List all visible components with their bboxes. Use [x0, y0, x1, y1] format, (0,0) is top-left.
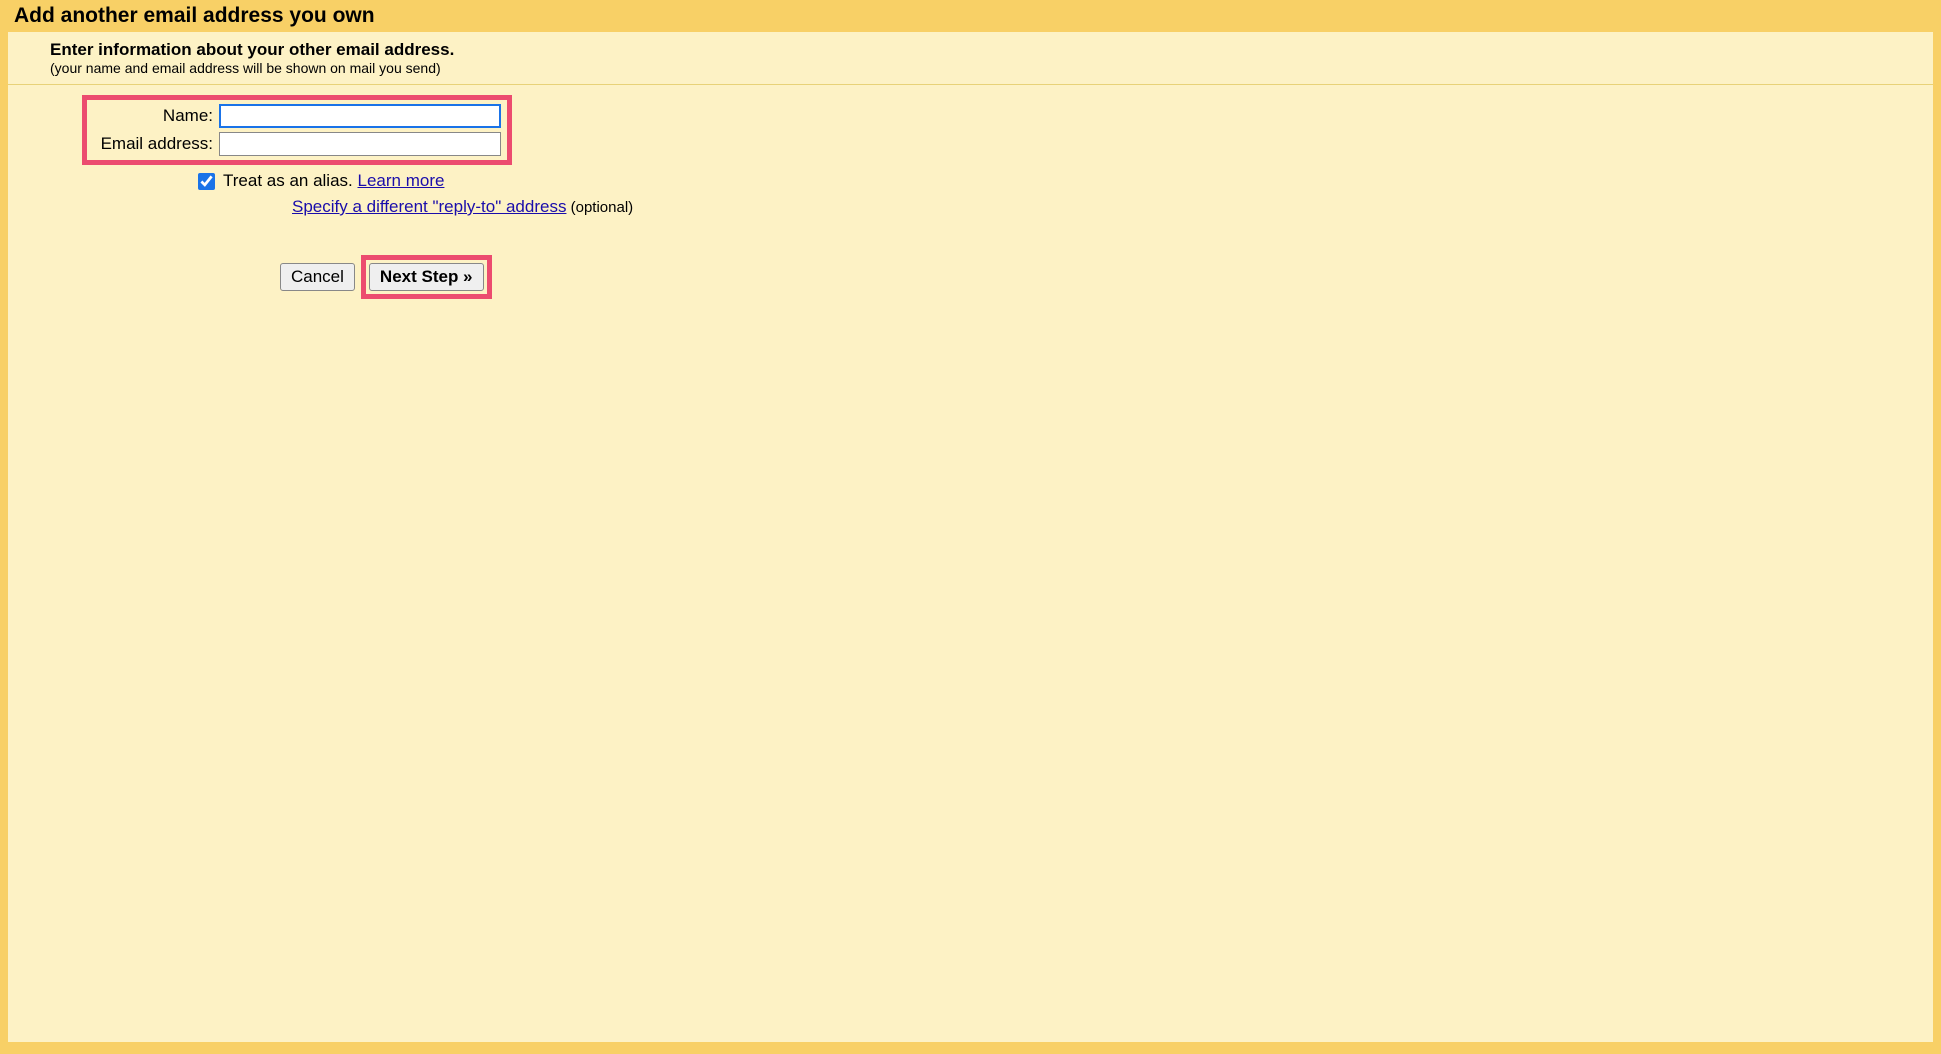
input-highlight-box: Name: Email address:	[82, 95, 512, 165]
name-label: Name:	[93, 106, 219, 126]
replyto-link[interactable]: Specify a different "reply-to" address	[292, 197, 566, 216]
email-input[interactable]	[219, 132, 501, 156]
button-row: Cancel Next Step »	[280, 255, 1933, 299]
next-highlight-box: Next Step »	[361, 255, 492, 299]
dialog-header: Add another email address you own	[0, 0, 1941, 32]
alias-checkbox[interactable]	[198, 173, 215, 190]
instruction-primary: Enter information about your other email…	[50, 40, 1933, 60]
replyto-optional: (optional)	[566, 199, 633, 216]
alias-text-wrapper: Treat as an alias. Learn more	[223, 171, 444, 191]
email-row: Email address:	[93, 132, 501, 156]
email-label: Email address:	[93, 134, 219, 154]
next-step-button[interactable]: Next Step »	[369, 263, 484, 291]
dialog-content: Enter information about your other email…	[8, 32, 1933, 1042]
alias-learn-more-link[interactable]: Learn more	[358, 171, 445, 190]
cancel-button[interactable]: Cancel	[280, 263, 355, 291]
replyto-row: Specify a different "reply-to" address (…	[292, 197, 1933, 217]
alias-text: Treat as an alias.	[223, 171, 358, 190]
dialog-title: Add another email address you own	[14, 4, 375, 27]
instruction-secondary: (your name and email address will be sho…	[50, 60, 1933, 76]
form-area: Name: Email address: Treat as an alias. …	[8, 95, 1933, 299]
name-input[interactable]	[219, 104, 501, 128]
instructions-block: Enter information about your other email…	[8, 40, 1933, 85]
name-row: Name:	[93, 104, 501, 128]
alias-row: Treat as an alias. Learn more	[198, 171, 1933, 191]
